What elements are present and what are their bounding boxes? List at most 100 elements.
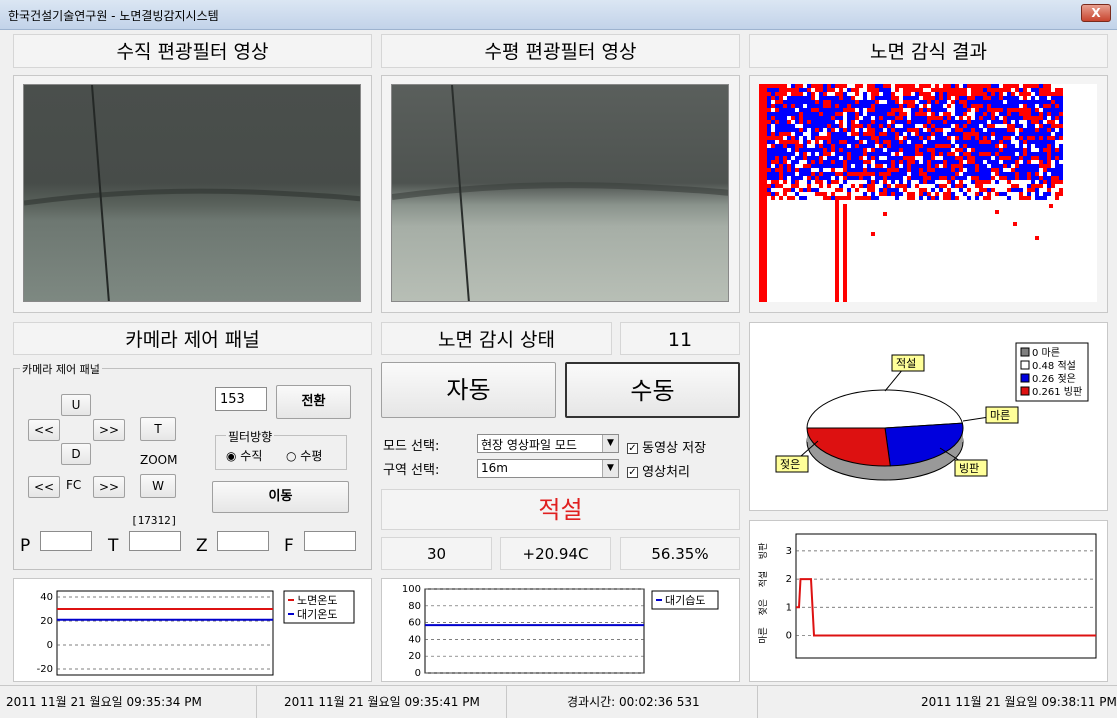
detection-pixel [931, 180, 935, 184]
detection-pixel [795, 112, 799, 116]
detection-pixel [791, 148, 795, 152]
detection-pixel [1011, 108, 1015, 112]
detection-pixel [815, 180, 819, 184]
zoom-wide-button[interactable]: W [140, 474, 176, 498]
auto-mode-button[interactable]: 자동 [381, 362, 556, 418]
detection-pixel [939, 152, 943, 156]
detection-pixel [867, 136, 871, 140]
detection-pixel [871, 196, 875, 200]
detection-pixel [815, 108, 819, 112]
detection-pixel [851, 104, 855, 108]
detection-pixel [1011, 104, 1015, 108]
detection-pixel [771, 88, 775, 92]
detection-pixel [851, 168, 855, 172]
filter-vertical-radio[interactable]: ◉ 수직 [226, 447, 262, 464]
detection-pixel [919, 180, 923, 184]
detection-pixel [863, 184, 867, 188]
detection-pixel [815, 176, 819, 180]
zone-select[interactable]: 16m ▼ [477, 459, 619, 478]
detection-pixel [839, 152, 843, 156]
focus-input[interactable] [304, 531, 356, 551]
detection-map [759, 84, 1097, 302]
detection-pixel [983, 136, 987, 140]
detection-pixel [815, 100, 819, 104]
detection-pixel [951, 192, 955, 196]
detection-pixel [1003, 88, 1007, 92]
detection-pixel [835, 132, 839, 136]
detection-pixel [915, 120, 919, 124]
detection-pixel [855, 164, 859, 168]
preset-input[interactable]: 153 [215, 387, 267, 411]
detection-pixel [851, 156, 855, 160]
zoom-input[interactable] [217, 531, 269, 551]
detection-pixel [983, 84, 987, 88]
detection-pixel [807, 188, 811, 192]
detection-pixel [987, 124, 991, 128]
detection-pixel [995, 104, 999, 108]
image-processing-checkbox[interactable]: ✓ 영상처리 [627, 461, 690, 480]
chevron-down-icon[interactable]: ▼ [602, 435, 618, 452]
detection-pixel [819, 124, 823, 128]
detection-pixel [839, 88, 843, 92]
detection-pixel [1007, 160, 1011, 164]
detection-pixel [955, 196, 959, 200]
detection-pixel [847, 160, 851, 164]
detection-pixel [847, 88, 851, 92]
focus-near-button[interactable]: << [28, 476, 60, 498]
detection-pixel [895, 176, 899, 180]
detection-pixel [983, 156, 987, 160]
filter-group-label: 필터방향 [226, 428, 275, 445]
detection-pixel [947, 104, 951, 108]
detection-pixel [943, 156, 947, 160]
detection-pixel [787, 132, 791, 136]
detection-pixel [983, 120, 987, 124]
detection-pixel [991, 144, 995, 148]
detection-pixel [823, 140, 827, 144]
tilt-label: T [108, 536, 119, 556]
detection-pixel [887, 184, 891, 188]
detection-pixel [871, 184, 875, 188]
detection-pixel [907, 192, 911, 196]
y-tick-label: 40 [40, 592, 53, 603]
pan-left-button[interactable]: << [28, 419, 60, 441]
pan-up-button[interactable]: U [61, 394, 91, 416]
save-video-checkbox[interactable]: ✓ 동영상 저장 [627, 437, 706, 456]
chevron-down-icon[interactable]: ▼ [602, 460, 618, 477]
close-button[interactable]: X [1081, 4, 1111, 22]
pan-down-button[interactable]: D [61, 443, 91, 465]
detection-pixel [975, 128, 979, 132]
filter-horizontal-radio[interactable]: ○ 수평 [286, 447, 322, 464]
detection-pixel [1003, 152, 1007, 156]
switch-button[interactable]: 전환 [276, 385, 351, 419]
pan-input[interactable] [40, 531, 92, 551]
detection-pixel [775, 124, 779, 128]
detection-pixel [779, 132, 783, 136]
detection-pixel [835, 104, 839, 108]
detection-pixel [879, 88, 883, 92]
detection-pixel [871, 148, 875, 152]
pan-right-button[interactable]: >> [93, 419, 125, 441]
detection-pixel [995, 152, 999, 156]
manual-mode-button[interactable]: 수동 [565, 362, 740, 418]
tilt-input[interactable] [129, 531, 181, 551]
detection-pixel [1027, 132, 1031, 136]
detection-pixel [995, 156, 999, 160]
mode-select[interactable]: 현장 영상파일 모드 ▼ [477, 434, 619, 453]
detection-pixel [855, 84, 859, 88]
y-tick-label: 1 [786, 602, 792, 613]
detection-pixel [935, 104, 939, 108]
detection-pixel [895, 112, 899, 116]
detection-pixel [787, 108, 791, 112]
zoom-tele-button[interactable]: T [140, 417, 176, 441]
save-video-check-icon[interactable]: ✓ [627, 443, 638, 454]
detection-pixel [807, 100, 811, 104]
detection-pixel [835, 136, 839, 140]
focus-far-button[interactable]: >> [93, 476, 125, 498]
detection-pixel [1003, 108, 1007, 112]
move-button[interactable]: 이동 [212, 481, 349, 513]
detection-pixel [859, 160, 863, 164]
image-processing-check-icon[interactable]: ✓ [627, 467, 638, 478]
detection-pixel [1049, 204, 1053, 208]
detection-pixel [975, 116, 979, 120]
detection-pixel [979, 172, 983, 176]
